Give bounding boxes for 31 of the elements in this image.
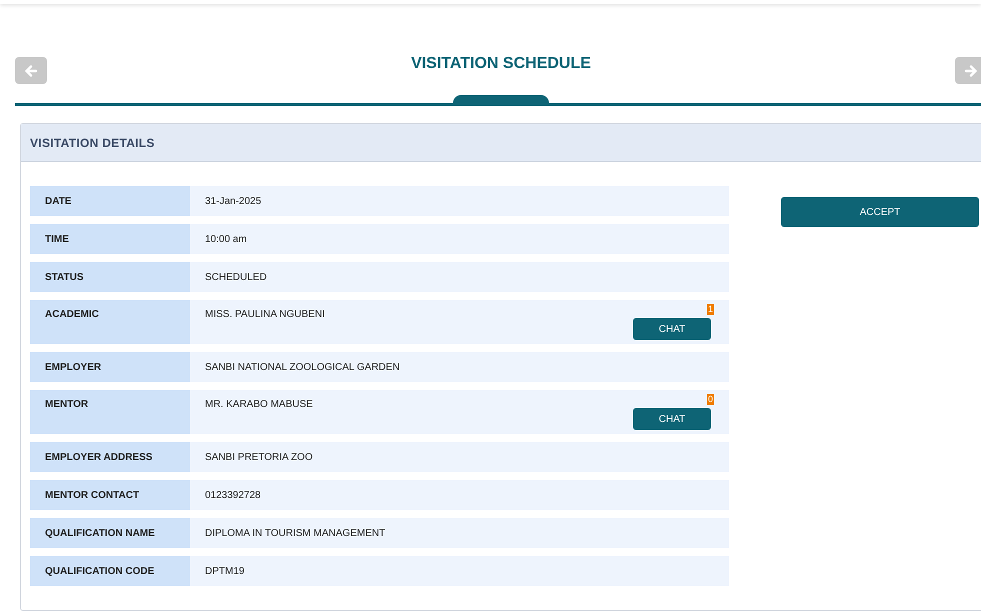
back-button[interactable] [15,57,47,84]
field-value: 31-Jan-2025 [205,196,262,206]
page-title: VISITATION SCHEDULE [411,54,591,72]
field-label: TIME [30,224,190,254]
field-label: MENTOR [30,390,190,434]
field-label: EMPLOYER ADDRESS [30,442,190,472]
field-value: 0123392728 [205,490,261,500]
right-arrow-icon [964,64,978,78]
field-value: MR. KARABO MABUSE [205,399,313,410]
field-value: DIPLOMA IN TOURISM MANAGEMENT [205,528,386,538]
field-label: QUALIFICATION CODE [30,556,190,586]
field-value: MISS. PAULINA NGUBENI [205,309,325,320]
chat-button[interactable]: CHAT [633,408,711,430]
chat-button[interactable]: CHAT [633,318,711,340]
unread-count-badge: 1 [706,304,714,315]
field-label: ACADEMIC [30,300,190,344]
field-value: DPTM19 [205,566,244,576]
field-value: 10:00 am [205,234,247,244]
forward-button[interactable] [954,57,981,84]
field-value: SCHEDULED [205,272,267,282]
left-arrow-icon [24,64,38,78]
field-label: DATE [30,186,190,216]
field-value: SANBI PRETORIA ZOO [205,452,313,462]
field-label: EMPLOYER [30,352,190,382]
field-label: MENTOR CONTACT [30,480,190,510]
accept-button[interactable]: ACCEPT [781,197,979,227]
unread-count-badge: 0 [706,394,714,405]
field-value: SANBI NATIONAL ZOOLOGICAL GARDEN [205,362,400,372]
panel-title: VISITATION DETAILS [30,136,155,150]
field-label: STATUS [30,262,190,292]
field-label: QUALIFICATION NAME [30,518,190,548]
